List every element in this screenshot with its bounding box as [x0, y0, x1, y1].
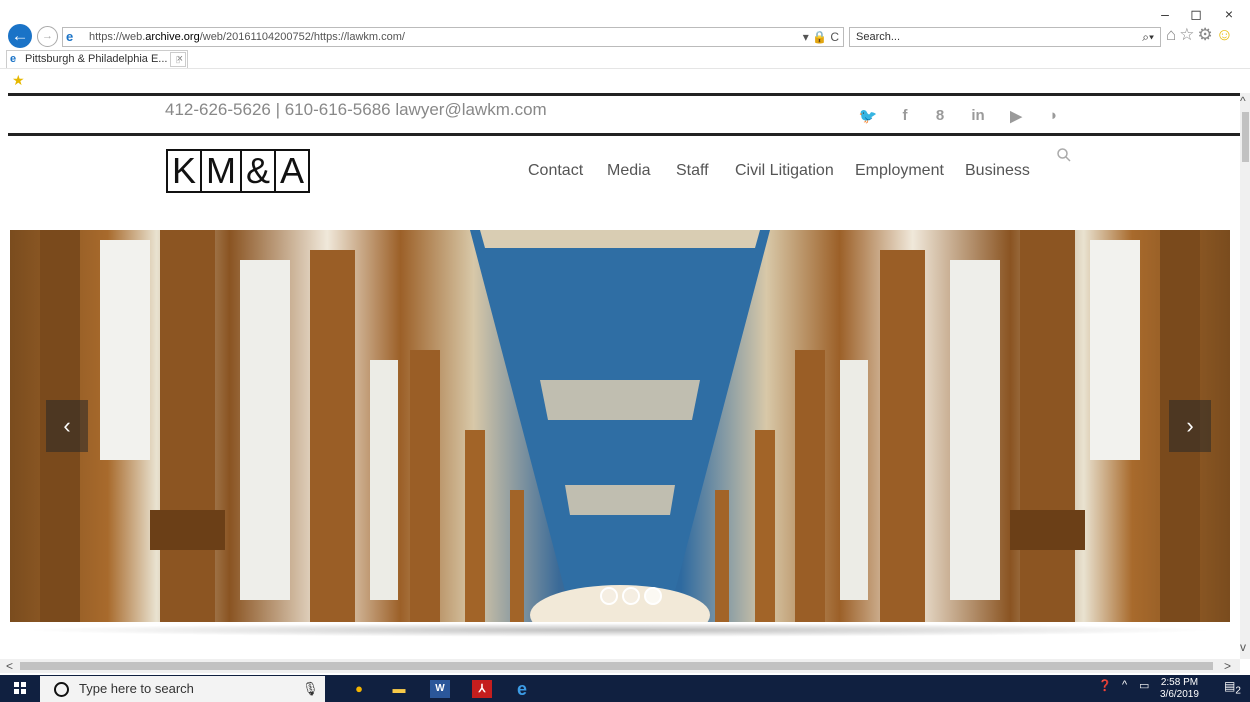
address-controls[interactable]: ▾ 🔒 C — [803, 28, 839, 46]
nav-civil-litigation[interactable]: Civil Litigation — [735, 162, 834, 180]
chrome-icon[interactable]: ● — [349, 680, 369, 698]
minimize-button[interactable]: – — [1155, 6, 1175, 22]
top-rule — [8, 93, 1240, 96]
nav-contact[interactable]: Contact — [528, 162, 583, 180]
slider-prev-arrow[interactable]: ‹ — [46, 400, 88, 452]
acrobat-icon[interactable]: ⅄ — [472, 680, 492, 698]
toolbar-icons: ⌂☆⚙☺ — [1166, 25, 1236, 45]
clock-time: 2:58 PM — [1160, 677, 1199, 688]
clock-date: 3/6/2019 — [1160, 689, 1199, 700]
favorites-bar — [0, 68, 1250, 93]
web-page: 412-626-5626 | 610-616-5686 lawyer@lawkm… — [0, 93, 1240, 659]
back-button[interactable]: ← — [8, 24, 32, 48]
address-bar[interactable]: e https://web.archive.org/web/2016110420… — [62, 27, 844, 47]
logo-letter: K — [168, 151, 203, 191]
favorites-star-icon[interactable]: ☆ — [1179, 25, 1197, 44]
browser-tab[interactable]: e Pittsburgh & Philadelphia E... × — [6, 50, 188, 68]
help-icon[interactable]: ❓ — [1098, 679, 1112, 692]
slider-dot-3[interactable] — [644, 587, 662, 605]
tab-ie-icon: e — [10, 53, 17, 65]
hero-slider-image — [10, 230, 1230, 622]
cortana-icon[interactable] — [54, 682, 69, 697]
smiley-feedback-icon[interactable]: ☺ — [1216, 25, 1236, 44]
nav-staff[interactable]: Staff — [676, 162, 709, 180]
twitter-icon[interactable]: 🐦 — [856, 107, 880, 125]
horizontal-scroll-thumb[interactable] — [20, 662, 1213, 670]
maximize-button[interactable]: ◻ — [1186, 6, 1206, 23]
search-icon[interactable]: ⌕▾ — [1142, 28, 1154, 46]
slider-dot-1[interactable] — [600, 587, 618, 605]
hero-shadow — [20, 623, 1220, 637]
header-rule — [8, 133, 1240, 136]
linkedin-icon[interactable]: in — [966, 107, 990, 124]
courthouse-hall-illustration — [40, 230, 1200, 622]
scroll-up-arrow[interactable]: ^ — [1240, 94, 1246, 108]
kma-logo[interactable]: K M & A — [166, 149, 311, 193]
browser-chrome: – ◻ × ← → e https://web.archive.org/web/… — [0, 0, 1250, 93]
internet-explorer-icon: e — [66, 29, 74, 44]
slider-next-arrow[interactable]: › — [1169, 400, 1211, 452]
search-placeholder: Search... — [856, 31, 901, 43]
chevron-up-icon[interactable]: ^ — [1122, 679, 1127, 691]
home-icon[interactable]: ⌂ — [1166, 25, 1179, 44]
taskbar-search-placeholder: Type here to search — [79, 681, 194, 696]
notification-count: 2 — [1235, 685, 1241, 697]
taskbar-clock[interactable]: 2:58 PM 3/6/2019 — [1160, 677, 1199, 701]
microphone-icon[interactable]: 🎙 — [302, 681, 319, 697]
taskbar-search-box[interactable]: Type here to search 🎙 — [40, 676, 325, 702]
nav-business[interactable]: Business — [965, 162, 1030, 180]
rss-icon[interactable]: ◗ — [1042, 107, 1066, 124]
tab-title: Pittsburgh & Philadelphia E... — [25, 53, 168, 65]
internet-explorer-icon[interactable]: e — [512, 680, 532, 698]
word-icon[interactable]: W — [430, 680, 450, 698]
browser-search-box[interactable]: Search... ⌕▾ — [849, 27, 1161, 47]
url-text: https://web.archive.org/web/201611042007… — [89, 31, 405, 43]
scroll-right-arrow[interactable]: > — [1224, 659, 1231, 673]
youtube-icon[interactable]: ▶ — [1004, 107, 1028, 125]
start-windows-icon[interactable] — [14, 682, 26, 694]
vertical-scrollbar[interactable] — [1240, 93, 1250, 659]
scroll-down-arrow[interactable]: v — [1240, 640, 1246, 654]
google-plus-icon[interactable]: 8 — [928, 107, 952, 124]
logo-letter: M — [202, 151, 243, 191]
vertical-scroll-thumb[interactable] — [1242, 112, 1249, 162]
settings-gear-icon[interactable]: ⚙ — [1198, 25, 1216, 44]
nav-media[interactable]: Media — [607, 162, 651, 180]
close-window-button[interactable]: × — [1219, 6, 1239, 22]
battery-icon[interactable]: ▭ — [1139, 679, 1149, 692]
file-explorer-icon[interactable]: ▬ — [389, 680, 409, 698]
site-search-icon[interactable] — [1057, 148, 1071, 162]
logo-letter: & — [242, 151, 277, 191]
nav-employment[interactable]: Employment — [855, 162, 944, 180]
add-favorites-icon[interactable]: ★ — [12, 72, 25, 89]
forward-button[interactable]: → — [37, 26, 58, 47]
contact-line[interactable]: 412-626-5626 | 610-616-5686 lawyer@lawkm… — [165, 100, 547, 120]
facebook-icon[interactable]: f — [893, 107, 917, 124]
new-tab-button[interactable]: ▯ — [170, 52, 186, 67]
scroll-left-arrow[interactable]: < — [6, 659, 13, 673]
logo-letter: A — [280, 150, 305, 191]
slider-dot-2[interactable] — [622, 587, 640, 605]
notifications-icon[interactable]: ▤2 — [1224, 679, 1241, 696]
